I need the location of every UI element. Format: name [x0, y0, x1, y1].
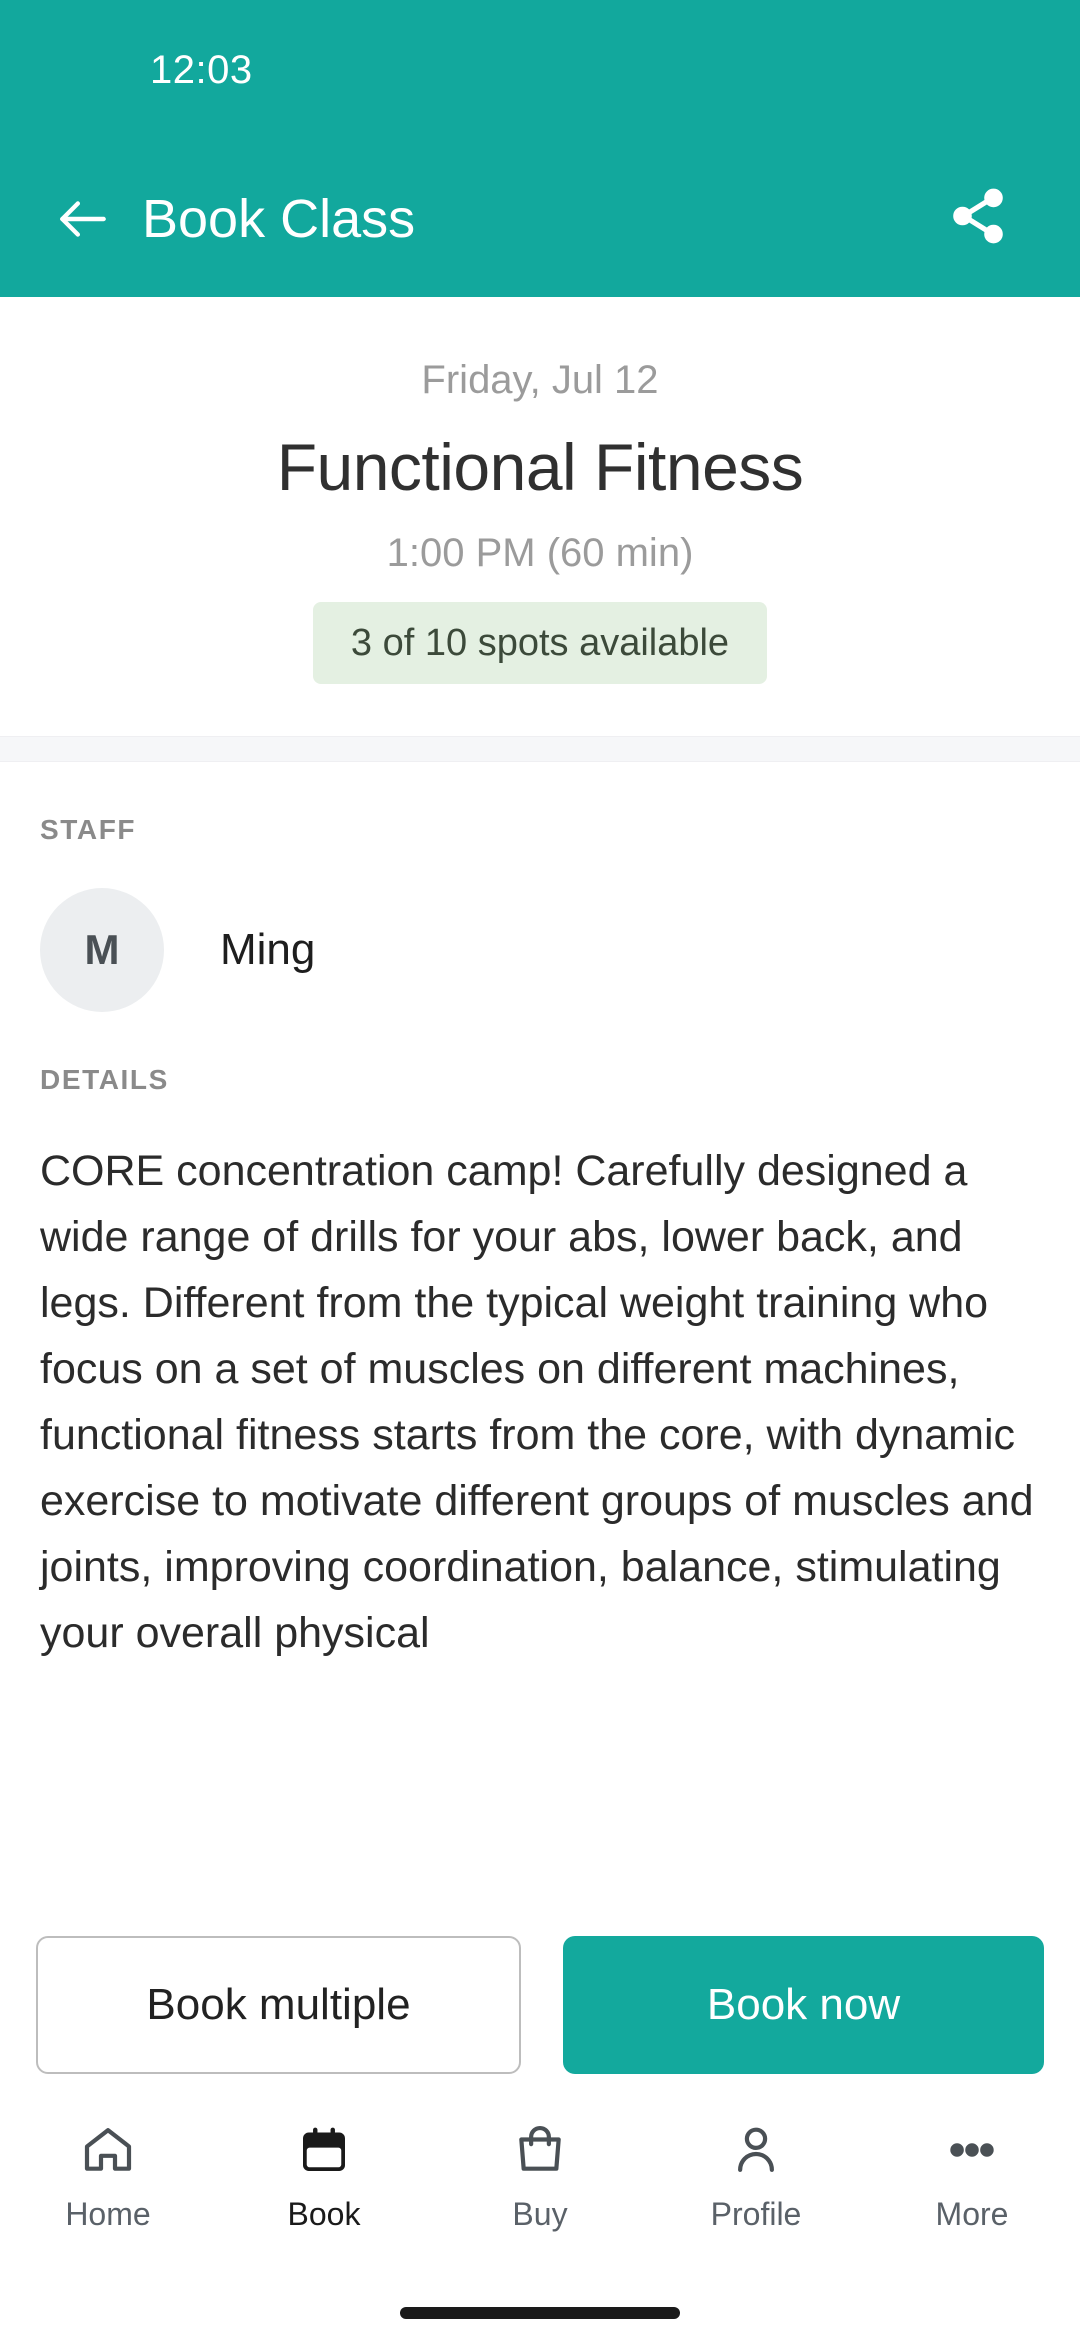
- nav-label-more: More: [935, 2196, 1009, 2232]
- staff-name: Ming: [220, 925, 316, 974]
- staff-section-label: STAFF: [40, 814, 137, 845]
- detail-content[interactable]: STAFF M Ming DETAILS CORE concentration …: [0, 762, 1080, 1914]
- class-time-duration: 1:00 PM (60 min): [386, 531, 694, 575]
- ellipsis-icon: [940, 2118, 1004, 2182]
- nav-label-profile: Profile: [710, 2196, 802, 2232]
- spots-available-badge: 3 of 10 spots available: [312, 602, 768, 684]
- nav-item-more[interactable]: More: [864, 2118, 1080, 2233]
- app-bar: 12:03 Book Class: [0, 0, 1080, 297]
- home-icon: [76, 2118, 140, 2182]
- home-indicator[interactable]: [400, 2307, 680, 2319]
- class-description: CORE concentration camp! Carefully desig…: [40, 1147, 1034, 1657]
- avatar: M: [40, 888, 164, 1012]
- arrow-left-icon: [52, 188, 114, 250]
- person-icon: [724, 2118, 788, 2182]
- home-indicator-area: [0, 2286, 1080, 2340]
- nav-item-home[interactable]: Home: [0, 2118, 216, 2233]
- status-bar: 12:03: [0, 0, 1080, 140]
- nav-item-book[interactable]: Book: [216, 2118, 432, 2233]
- nav-label-buy: Buy: [512, 2196, 568, 2232]
- class-date: Friday, Jul 12: [421, 358, 659, 402]
- nav-label-home: Home: [65, 2196, 151, 2232]
- nav-item-profile[interactable]: Profile: [648, 2118, 864, 2233]
- app-bar-title: Book Class: [142, 188, 416, 249]
- staff-row[interactable]: M Ming: [40, 888, 1040, 1012]
- app-bar-row: Book Class: [0, 140, 1080, 297]
- class-summary: Friday, Jul 12 Functional Fitness 1:00 P…: [0, 297, 1080, 736]
- share-button[interactable]: [938, 179, 1018, 259]
- book-multiple-button[interactable]: Book multiple: [36, 1936, 521, 2074]
- bottom-navigation: Home Book Buy Profile More: [0, 2100, 1080, 2286]
- book-now-button[interactable]: Book now: [563, 1936, 1044, 2074]
- class-title: Functional Fitness: [276, 430, 804, 504]
- back-button[interactable]: [46, 182, 120, 256]
- nav-item-buy[interactable]: Buy: [432, 2118, 648, 2233]
- share-icon: [947, 185, 1009, 252]
- calendar-icon: [292, 2118, 356, 2182]
- details-section-label: DETAILS: [40, 1064, 169, 1095]
- action-bar: Book multiple Book now: [0, 1914, 1080, 2100]
- book-class-screen: 12:03 Book Class Friday, Jul 12 Function…: [0, 0, 1080, 2340]
- section-divider: [0, 736, 1080, 762]
- nav-label-book: Book: [287, 2196, 361, 2232]
- bag-icon: [508, 2118, 572, 2182]
- status-bar-clock: 12:03: [150, 47, 253, 92]
